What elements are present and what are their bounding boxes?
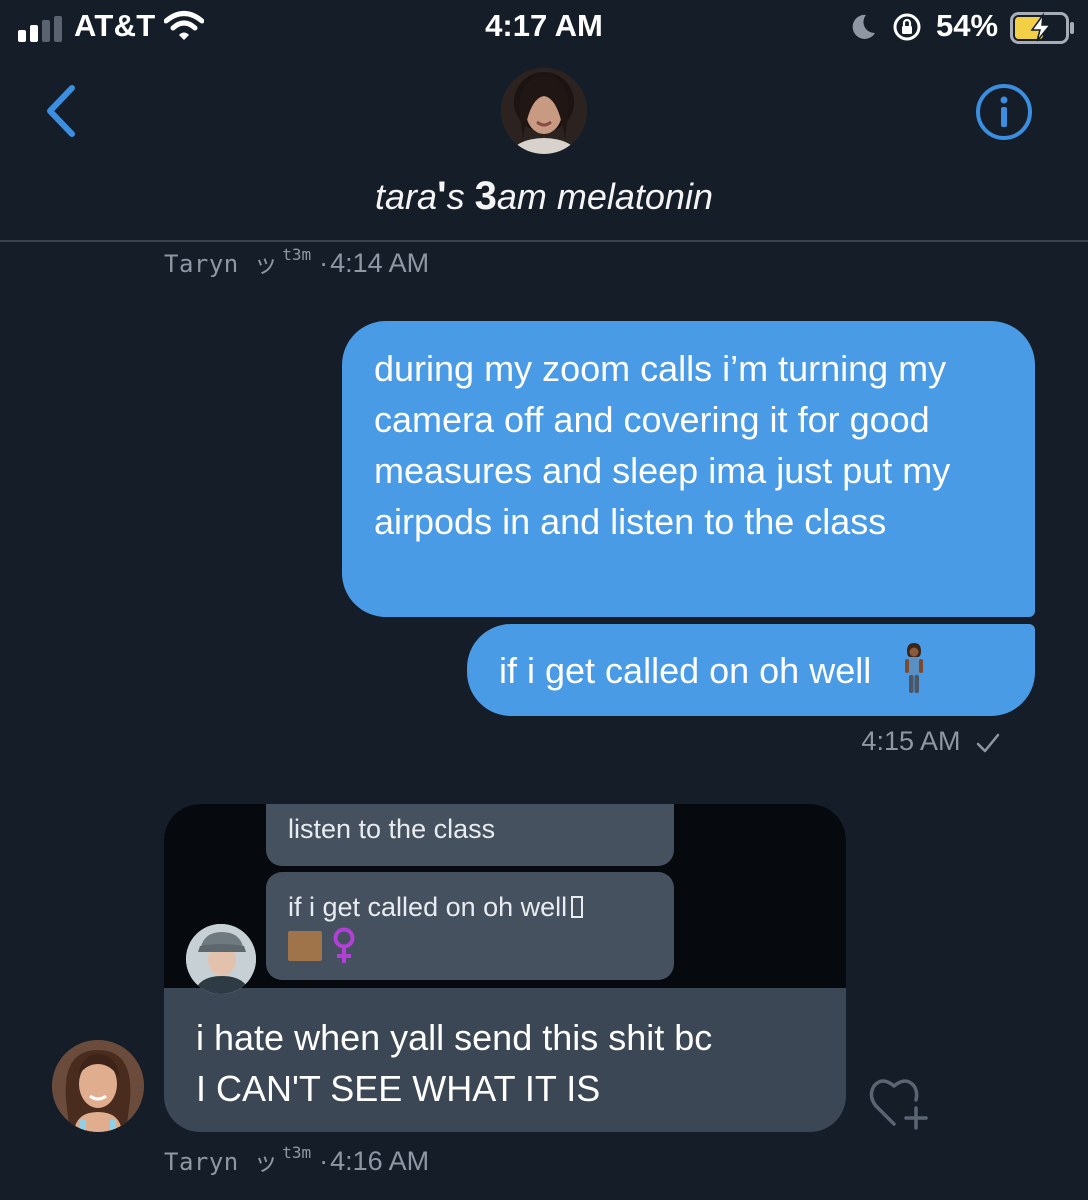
message-text: i hate when yall send this shit bc I CAN… (196, 1012, 826, 1114)
message-time: 4:16 AM (330, 1146, 430, 1176)
conversation-title: tara's 3am melatonin (0, 174, 1088, 219)
info-button[interactable] (974, 82, 1034, 142)
screenshot-bubble: listen to the class (266, 804, 674, 866)
avatar-image (501, 68, 587, 154)
group-avatar[interactable] (501, 68, 587, 154)
title-part: s (446, 176, 475, 217)
title-number: 3 (474, 174, 497, 218)
message-time: 4:15 AM (861, 726, 961, 756)
screenshot-text: listen to the class (288, 814, 496, 844)
sender-tag: t3m (282, 245, 312, 264)
delivery-status: 4:15 AM (0, 726, 1000, 757)
attached-screenshot[interactable]: listen to the class if i get called on o… (164, 804, 846, 994)
screenshot-text: if i get called on oh well (288, 892, 568, 922)
sender-name: Taryn ッ (164, 250, 279, 278)
separator: · (319, 1146, 329, 1176)
outgoing-message[interactable]: during my zoom calls i’m turning my came… (342, 321, 1035, 617)
sender-avatar[interactable] (52, 1040, 144, 1132)
battery-percent: 54% (936, 8, 999, 43)
checkmark-icon (976, 733, 1000, 753)
outgoing-message[interactable]: if i get called on oh well (467, 624, 1035, 716)
separator: · (319, 248, 329, 278)
skin-tone-swatch-icon (288, 931, 322, 961)
rotation-lock-icon (893, 13, 921, 41)
title-part: am melatonin (496, 176, 713, 217)
title-apostrophe: ' (437, 174, 447, 218)
status-time: 4:17 AM (485, 8, 603, 43)
message-line: I CAN'T SEE WHAT IT IS (196, 1068, 601, 1109)
message-line: i hate when yall send this shit bc (196, 1017, 713, 1058)
female-sign-icon (333, 927, 355, 963)
woman-standing-emoji (905, 643, 924, 693)
screenshot-avatar (186, 924, 256, 994)
message-time: 4:14 AM (330, 248, 430, 278)
sender-name: Taryn ッ (164, 1148, 279, 1176)
screenshot-bubble: if i get called on oh well (266, 872, 674, 980)
moon-icon (852, 14, 875, 39)
message-text: if i get called on oh well (499, 649, 872, 691)
heart-plus-icon[interactable] (868, 1074, 930, 1130)
message-meta: Taryn ッ t3m ·4:16 AM (164, 1142, 429, 1177)
message-meta: Taryn ッ t3m ·4:14 AM (164, 244, 429, 279)
battery-charging-icon (1010, 12, 1074, 44)
conversation-header: tara's 3am melatonin (0, 56, 1088, 242)
back-button[interactable] (40, 84, 84, 138)
broken-emoji-row (288, 927, 674, 965)
missing-glyph-icon (571, 896, 584, 918)
incoming-message[interactable]: listen to the class if i get called on o… (164, 804, 846, 1132)
sender-tag: t3m (282, 1143, 312, 1162)
title-part: tara (375, 176, 438, 217)
status-bar: AT&T 4:17 AM 54% (0, 0, 1088, 56)
avatar-image (52, 1040, 144, 1132)
